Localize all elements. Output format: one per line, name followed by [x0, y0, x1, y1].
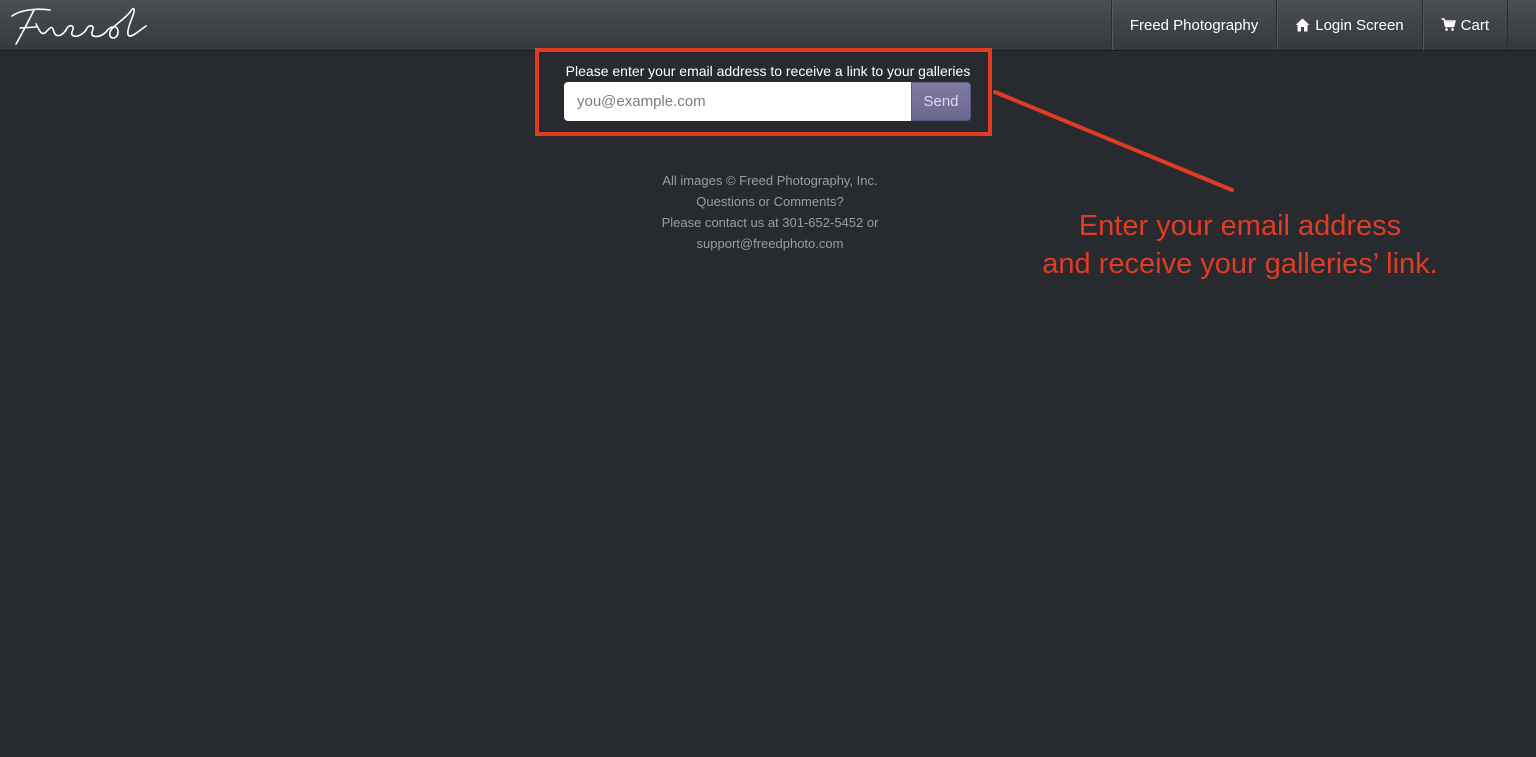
footer-questions: Questions or Comments? — [696, 194, 844, 209]
nav-menu: Freed Photography Login Screen Cart — [1110, 0, 1508, 50]
email-input[interactable] — [564, 82, 911, 121]
nav-freed-photography-label: Freed Photography — [1129, 16, 1259, 34]
send-button[interactable]: Send — [911, 82, 971, 121]
nav-login-screen-label: Login Screen — [1315, 16, 1404, 34]
nav-cart-label: Cart — [1460, 16, 1489, 34]
email-prompt: Please enter your email address to recei… — [565, 63, 971, 79]
cart-icon — [1441, 18, 1456, 31]
annotation-callout: Enter your email address and receive you… — [1010, 207, 1470, 283]
freed-logo[interactable] — [6, 2, 156, 48]
top-navbar: Freed Photography Login Screen Cart — [0, 0, 1536, 51]
nav-cart[interactable]: Cart — [1421, 0, 1508, 50]
footer: All images © Freed Photography, Inc. Que… — [570, 170, 970, 254]
email-form: Send — [564, 82, 971, 121]
footer-support-email[interactable]: support@freedphoto.com — [570, 233, 970, 254]
footer-contact: Please contact us at 301-652-5452 or — [661, 215, 879, 230]
home-icon — [1295, 18, 1310, 32]
nav-login-screen[interactable]: Login Screen — [1276, 0, 1421, 50]
annotation-line-2: and receive your galleries’ link. — [1042, 248, 1438, 280]
footer-copyright: All images © Freed Photography, Inc. — [662, 173, 878, 188]
nav-freed-photography[interactable]: Freed Photography — [1110, 0, 1276, 50]
annotation-line-1: Enter your email address — [1078, 210, 1402, 242]
